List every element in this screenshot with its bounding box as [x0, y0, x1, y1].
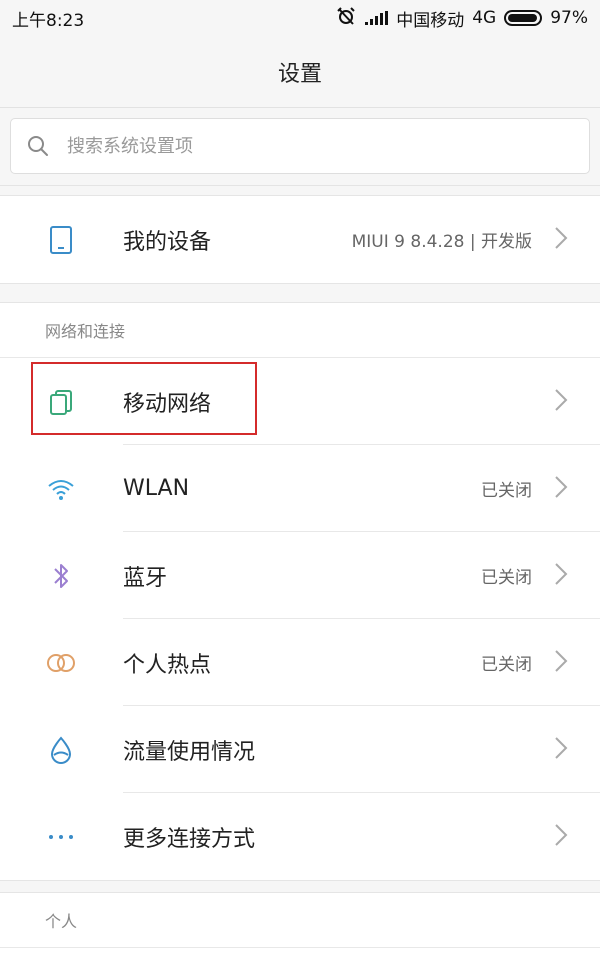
chevron-right-icon: [554, 736, 568, 764]
my-device-value: MIUI 9 8.4.28 | 开发版: [351, 232, 532, 252]
hotspot-icon: [44, 646, 78, 680]
label-bluetooth: 蓝牙: [123, 565, 168, 591]
network-type: 4G: [472, 8, 497, 28]
label-more-connections: 更多连接方式: [123, 826, 256, 852]
row-bluetooth[interactable]: 蓝牙 已关闭: [0, 532, 600, 619]
bluetooth-icon: [44, 559, 78, 593]
battery-icon: [504, 10, 543, 26]
chevron-right-icon: [554, 475, 568, 503]
label-wlan: WLAN: [123, 476, 190, 501]
status-bar: 上午8:23 中国移动 4G 97%: [0, 0, 600, 36]
row-wlan[interactable]: WLAN 已关闭: [0, 445, 600, 532]
search-input[interactable]: [65, 134, 529, 158]
status-right: 中国移动 4G 97%: [335, 6, 588, 31]
label-mobile-network: 移动网络: [123, 391, 212, 417]
mobile-network-icon: [44, 385, 78, 419]
device-card: 我的设备 MIUI 9 8.4.28 | 开发版: [0, 195, 600, 284]
page-title: 设置: [277, 61, 322, 87]
section-header-network: 网络和连接: [0, 303, 600, 358]
row-mobile-network[interactable]: 移动网络: [0, 358, 600, 445]
chevron-right-icon: [554, 823, 568, 851]
section-header-personal: 个人: [0, 893, 600, 948]
search-area: [0, 108, 600, 186]
row-more-connections[interactable]: 更多连接方式: [0, 793, 600, 880]
search-icon: [28, 136, 48, 156]
my-device-row[interactable]: 我的设备 MIUI 9 8.4.28 | 开发版: [0, 196, 600, 283]
chevron-right-icon: [554, 649, 568, 677]
phone-icon: [44, 223, 78, 257]
chevron-right-icon: [554, 226, 568, 254]
my-device-label: 我的设备: [123, 229, 212, 255]
data-usage-icon: [44, 733, 78, 767]
wifi-icon: [44, 472, 78, 506]
alarm-muted-icon: [335, 6, 357, 30]
value-hotspot: 已关闭: [481, 655, 532, 675]
label-hotspot: 个人热点: [123, 652, 212, 678]
battery-percent: 97%: [550, 8, 588, 28]
label-data-usage: 流量使用情况: [123, 739, 256, 765]
search-box[interactable]: [10, 118, 590, 174]
value-wlan: 已关闭: [481, 481, 532, 501]
carrier-name: 中国移动: [396, 10, 465, 31]
chevron-right-icon: [554, 562, 568, 590]
chevron-right-icon: [554, 388, 568, 416]
signal-icon: [365, 11, 389, 25]
more-icon: [44, 820, 78, 854]
personal-section: 个人: [0, 892, 600, 959]
status-time: 上午8:23: [12, 10, 85, 31]
value-bluetooth: 已关闭: [481, 568, 532, 588]
row-data-usage[interactable]: 流量使用情况: [0, 706, 600, 793]
network-section: 网络和连接 移动网络 WLAN 已关闭 蓝牙 已关闭 个人热点 已关闭 流量使用…: [0, 302, 600, 881]
row-hotspot[interactable]: 个人热点 已关闭: [0, 619, 600, 706]
title-bar: 设置: [0, 36, 600, 108]
